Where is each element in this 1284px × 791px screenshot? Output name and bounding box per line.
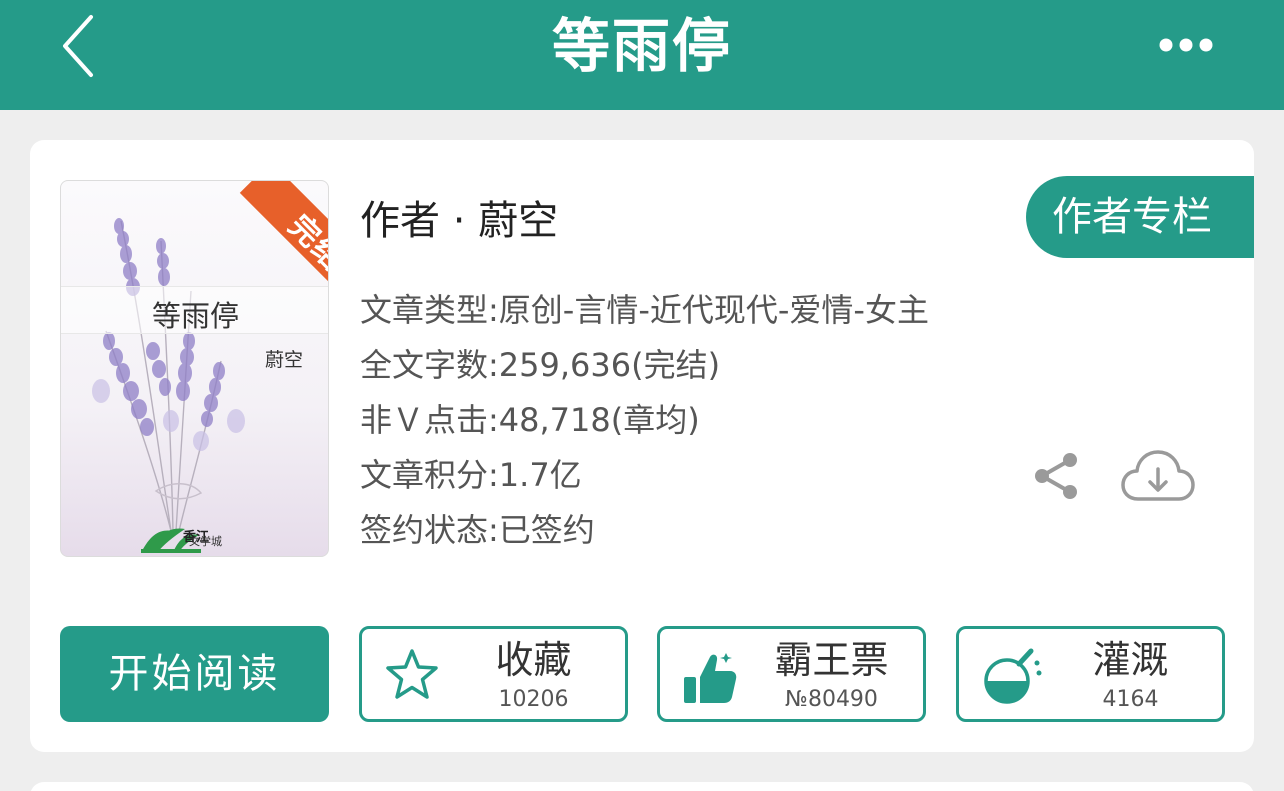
book-info-card: 香江 等雨停 蔚空 文学城 完结 作者 · 蔚空 作者专栏 文章类型:原创-言情… bbox=[30, 140, 1254, 752]
book-cover[interactable]: 香江 等雨停 蔚空 文学城 完结 bbox=[60, 180, 329, 557]
cloud-download-icon bbox=[1121, 450, 1195, 501]
top-bar: 等雨停 bbox=[0, 0, 1284, 110]
favorite-label: 收藏 bbox=[495, 638, 572, 682]
next-card-edge bbox=[30, 782, 1254, 791]
publisher-logo-text: 文学城 bbox=[189, 535, 222, 548]
author-name[interactable]: 作者 · 蔚空 bbox=[360, 188, 558, 246]
start-reading-button[interactable]: 开始阅读 bbox=[60, 626, 329, 722]
watering-flask-icon bbox=[984, 648, 1042, 704]
favorite-button[interactable]: 收藏 10206 bbox=[359, 626, 628, 722]
favorite-count: 10206 bbox=[498, 687, 569, 712]
overlord-ticket-button[interactable]: 霸王票 №80490 bbox=[657, 626, 926, 722]
page-title: 等雨停 bbox=[551, 12, 732, 80]
status-ribbon-label: 完结 bbox=[239, 181, 328, 321]
info-genre: 文章类型:原创-言情-近代现代-爱情-女主 bbox=[360, 291, 929, 329]
info-word-count: 全文字数:259,636(完结) bbox=[360, 346, 721, 384]
more-dots-icon bbox=[1159, 38, 1213, 52]
author-column-button[interactable]: 作者专栏 bbox=[1026, 176, 1254, 258]
nutrient-count: 4164 bbox=[1102, 687, 1159, 712]
status-ribbon: 完结 bbox=[211, 181, 328, 351]
thumbs-up-icon bbox=[684, 653, 737, 703]
download-button[interactable] bbox=[1118, 440, 1198, 510]
nutrient-label: 灌溉 bbox=[1092, 638, 1169, 682]
overlord-ticket-count: №80490 bbox=[785, 687, 878, 712]
more-button[interactable] bbox=[1150, 20, 1222, 70]
star-icon bbox=[386, 649, 438, 699]
share-icon bbox=[1035, 453, 1077, 499]
info-score: 文章积分:1.7亿 bbox=[360, 456, 582, 494]
overlord-ticket-label: 霸王票 bbox=[774, 638, 889, 682]
nutrient-button[interactable]: 灌溉 4164 bbox=[956, 626, 1225, 722]
share-button[interactable] bbox=[1026, 446, 1086, 506]
info-contract-status: 签约状态:已签约 bbox=[360, 511, 595, 549]
info-clicks: 非Ｖ点击:48,718(章均) bbox=[360, 401, 700, 439]
